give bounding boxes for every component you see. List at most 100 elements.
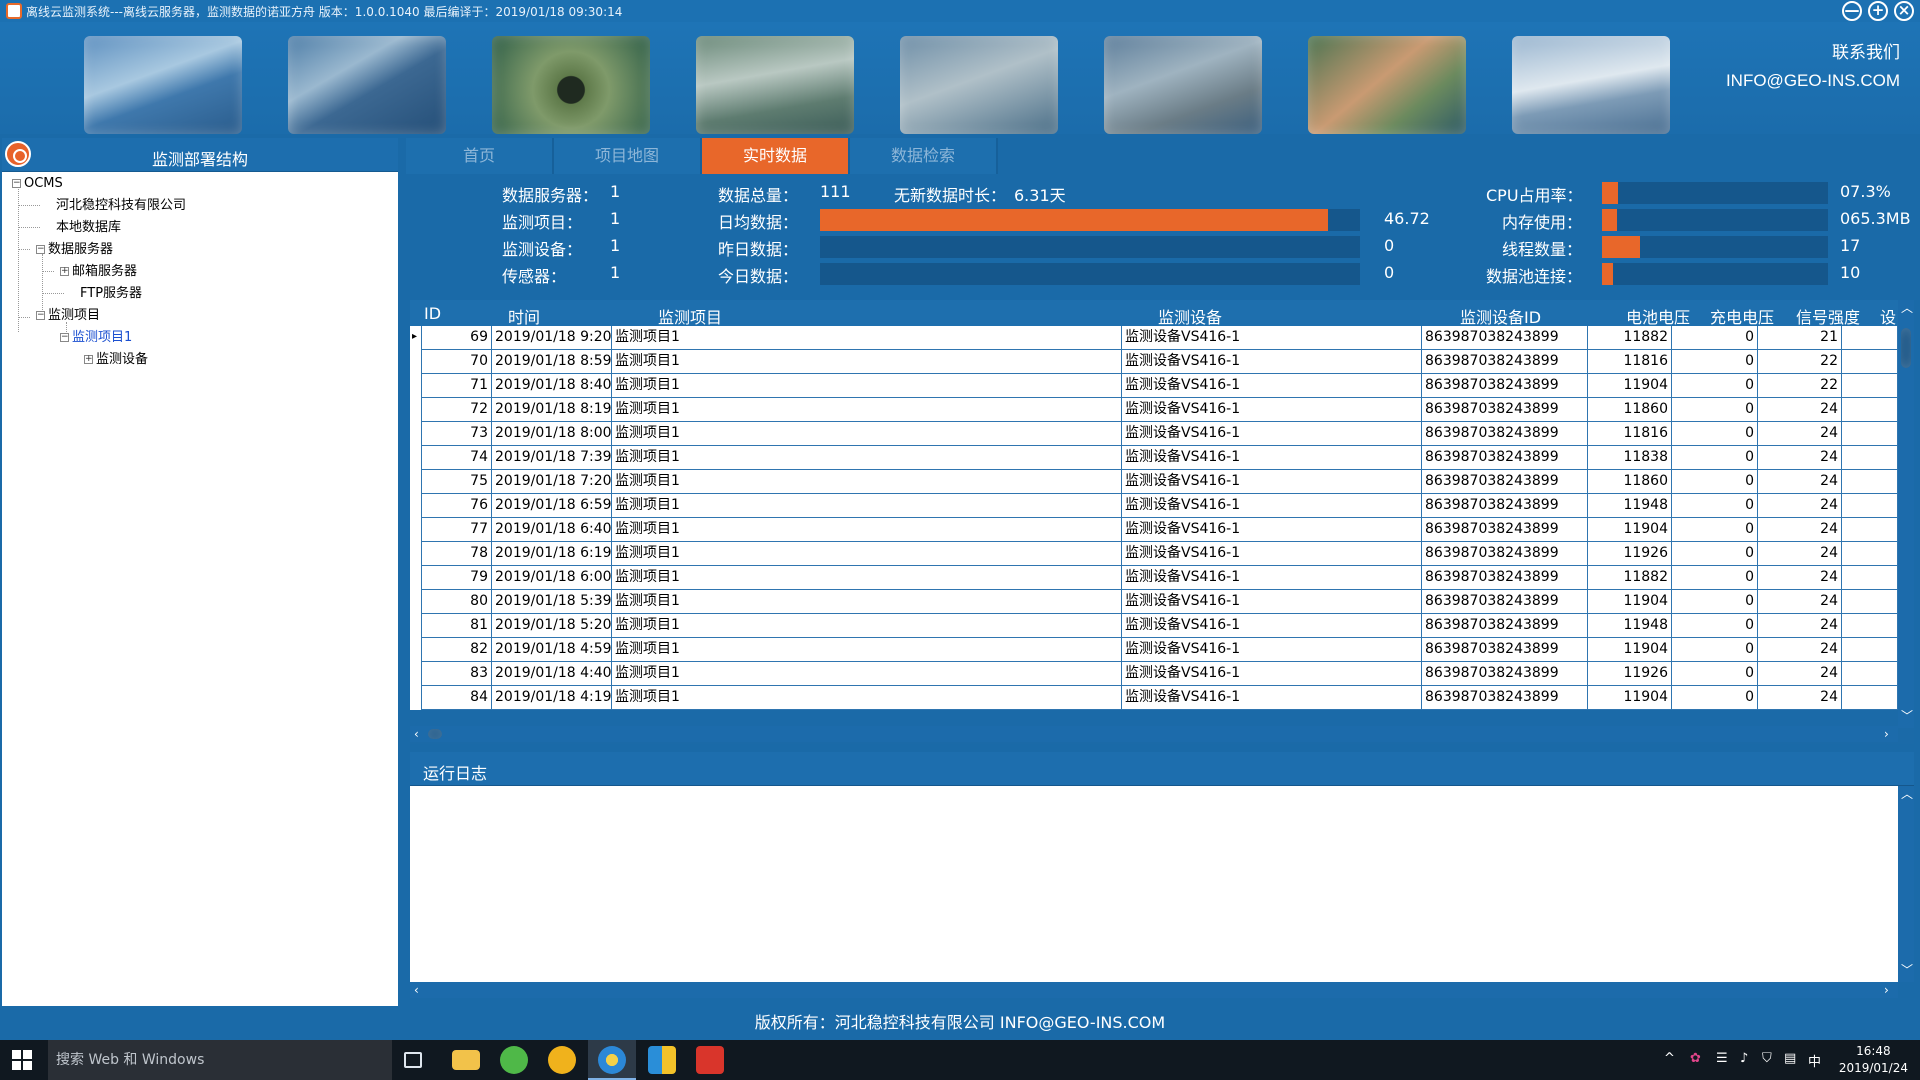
table-row[interactable]: 832019/01/18 4:40:02监测项目1监测设备VS416-18639…	[410, 662, 1898, 686]
tree-node-project1[interactable]: − 监测项目1	[60, 328, 132, 348]
tree-node-company[interactable]: 河北稳控科技有限公司	[56, 196, 186, 216]
notification-icon[interactable]: ▤	[1784, 1051, 1796, 1066]
cell-battery-voltage[interactable]: 11926	[1588, 542, 1672, 566]
cell-battery-voltage[interactable]: 11816	[1588, 350, 1672, 374]
cell-more[interactable]	[1842, 542, 1898, 566]
row-selector[interactable]	[410, 374, 422, 398]
cell-signal-strength[interactable]: 24	[1758, 518, 1842, 542]
cell-project[interactable]: 监测项目1	[612, 422, 1122, 446]
cell-time[interactable]: 2019/01/18 6:59:01	[492, 494, 612, 518]
cell-device-id[interactable]: 863987038243899	[1422, 686, 1588, 710]
cell-device-id[interactable]: 863987038243899	[1422, 566, 1588, 590]
cell-device-id[interactable]: 863987038243899	[1422, 494, 1588, 518]
collapse-icon[interactable]: −	[36, 245, 45, 254]
cell-more[interactable]	[1842, 494, 1898, 518]
network-icon[interactable]: ☰	[1716, 1051, 1728, 1066]
row-selector-arrow-icon[interactable]: ▸	[410, 326, 422, 350]
cell-signal-strength[interactable]: 24	[1758, 590, 1842, 614]
developer-tool-icon[interactable]	[648, 1046, 676, 1074]
cell-id[interactable]: 84	[422, 686, 492, 710]
cell-signal-strength[interactable]: 24	[1758, 422, 1842, 446]
scroll-left-icon[interactable]: ‹	[414, 984, 419, 996]
row-selector[interactable]	[410, 350, 422, 374]
cell-signal-strength[interactable]: 22	[1758, 350, 1842, 374]
col-more[interactable]: 设	[1880, 304, 1896, 328]
cell-battery-voltage[interactable]: 11926	[1588, 662, 1672, 686]
cell-signal-strength[interactable]: 24	[1758, 494, 1842, 518]
cell-signal-strength[interactable]: 24	[1758, 614, 1842, 638]
volume-icon[interactable]: ♪	[1740, 1051, 1748, 1066]
tree-node-ftp-server[interactable]: FTP服务器	[80, 284, 142, 304]
cell-id[interactable]: 81	[422, 614, 492, 638]
table-row[interactable]: 772019/01/18 6:40:03监测项目1监测设备VS416-18639…	[410, 518, 1898, 542]
table-row[interactable]: 712019/01/18 8:40:03监测项目1监测设备VS416-18639…	[410, 374, 1898, 398]
cell-signal-strength[interactable]: 24	[1758, 398, 1842, 422]
cell-time[interactable]: 2019/01/18 8:59:02	[492, 350, 612, 374]
scroll-left-icon[interactable]: ‹	[414, 728, 419, 740]
cell-id[interactable]: 80	[422, 590, 492, 614]
media-player-icon[interactable]	[548, 1046, 576, 1074]
cell-charge-voltage[interactable]: 0	[1672, 614, 1758, 638]
cell-more[interactable]	[1842, 350, 1898, 374]
cell-id[interactable]: 72	[422, 398, 492, 422]
cell-battery-voltage[interactable]: 11948	[1588, 614, 1672, 638]
cell-charge-voltage[interactable]: 0	[1672, 446, 1758, 470]
cell-device-id[interactable]: 863987038243899	[1422, 662, 1588, 686]
row-selector[interactable]	[410, 614, 422, 638]
cell-device[interactable]: 监测设备VS416-1	[1122, 662, 1422, 686]
cell-time[interactable]: 2019/01/18 8:19:03	[492, 398, 612, 422]
tab-data-search[interactable]: 数据检索	[850, 138, 998, 174]
cell-id[interactable]: 79	[422, 566, 492, 590]
cell-charge-voltage[interactable]: 0	[1672, 470, 1758, 494]
cell-id[interactable]: 83	[422, 662, 492, 686]
table-row[interactable]: 792019/01/18 6:00:02监测项目1监测设备VS416-18639…	[410, 566, 1898, 590]
cell-battery-voltage[interactable]: 11882	[1588, 566, 1672, 590]
cell-device[interactable]: 监测设备VS416-1	[1122, 686, 1422, 710]
cell-battery-voltage[interactable]: 11860	[1588, 470, 1672, 494]
cell-time[interactable]: 2019/01/18 5:39:02	[492, 590, 612, 614]
cell-device[interactable]: 监测设备VS416-1	[1122, 350, 1422, 374]
taskbar-search-box[interactable]: 搜索 Web 和 Windows	[48, 1040, 392, 1080]
col-device-id[interactable]: 监测设备ID	[1460, 304, 1541, 328]
row-selector[interactable]	[410, 566, 422, 590]
cell-device-id[interactable]: 863987038243899	[1422, 542, 1588, 566]
col-device[interactable]: 监测设备	[1158, 304, 1222, 328]
cell-charge-voltage[interactable]: 0	[1672, 638, 1758, 662]
table-row[interactable]: 842019/01/18 4:19:02监测项目1监测设备VS416-18639…	[410, 686, 1898, 710]
cell-device-id[interactable]: 863987038243899	[1422, 446, 1588, 470]
cell-device[interactable]: 监测设备VS416-1	[1122, 470, 1422, 494]
tree-node-ocms[interactable]: − OCMS	[12, 174, 63, 194]
scroll-right-icon[interactable]: ›	[1884, 984, 1889, 996]
row-selector[interactable]	[410, 398, 422, 422]
cell-charge-voltage[interactable]: 0	[1672, 542, 1758, 566]
scroll-up-icon[interactable]: ︿	[1901, 788, 1913, 800]
cell-battery-voltage[interactable]: 11904	[1588, 518, 1672, 542]
cell-more[interactable]	[1842, 326, 1898, 350]
cell-project[interactable]: 监测项目1	[612, 470, 1122, 494]
monitor-app-icon[interactable]	[696, 1046, 724, 1074]
col-signal-strength[interactable]: 信号强度	[1796, 304, 1860, 328]
cell-battery-voltage[interactable]: 11816	[1588, 422, 1672, 446]
cell-id[interactable]: 75	[422, 470, 492, 494]
cell-device[interactable]: 监测设备VS416-1	[1122, 638, 1422, 662]
cell-project[interactable]: 监测项目1	[612, 590, 1122, 614]
table-row[interactable]: 802019/01/18 5:39:02监测项目1监测设备VS416-18639…	[410, 590, 1898, 614]
cell-device[interactable]: 监测设备VS416-1	[1122, 590, 1422, 614]
cell-battery-voltage[interactable]: 11904	[1588, 686, 1672, 710]
col-charge-voltage[interactable]: 充电电压	[1710, 304, 1774, 328]
cell-id[interactable]: 73	[422, 422, 492, 446]
cell-device[interactable]: 监测设备VS416-1	[1122, 374, 1422, 398]
cell-time[interactable]: 2019/01/18 4:19:02	[492, 686, 612, 710]
cell-id[interactable]: 74	[422, 446, 492, 470]
cell-time[interactable]: 2019/01/18 8:00:02	[492, 422, 612, 446]
cell-more[interactable]	[1842, 518, 1898, 542]
cell-device[interactable]: 监测设备VS416-1	[1122, 494, 1422, 518]
cell-more[interactable]	[1842, 374, 1898, 398]
cell-charge-voltage[interactable]: 0	[1672, 398, 1758, 422]
collapse-icon[interactable]: −	[60, 333, 69, 342]
cell-id[interactable]: 82	[422, 638, 492, 662]
cell-signal-strength[interactable]: 24	[1758, 662, 1842, 686]
cell-battery-voltage[interactable]: 11838	[1588, 446, 1672, 470]
cell-id[interactable]: 69	[422, 326, 492, 350]
col-id[interactable]: ID	[424, 304, 441, 323]
